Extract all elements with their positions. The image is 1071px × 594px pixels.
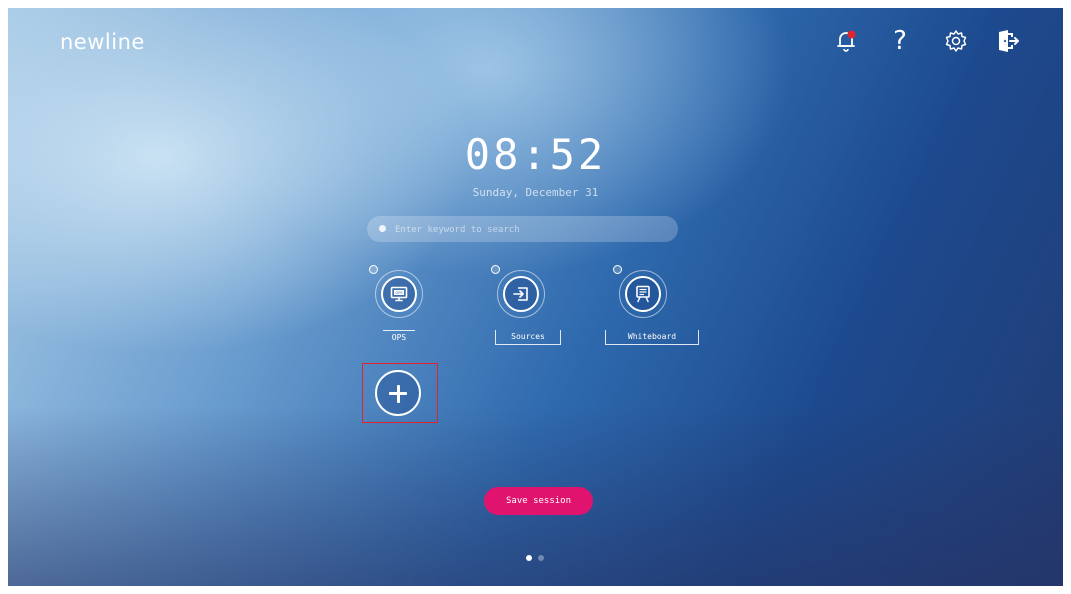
home-screen: newline ? 08:52 Sunday, December 31 Ente…	[8, 8, 1063, 586]
notification-bell-icon[interactable]	[832, 27, 860, 55]
whiteboard-icon	[625, 276, 661, 312]
app-label-ops: OPS	[383, 330, 415, 345]
help-icon[interactable]: ?	[886, 27, 914, 55]
save-session-button[interactable]: Save session	[484, 487, 593, 515]
app-whiteboard[interactable]	[613, 265, 667, 318]
pin-icon[interactable]	[369, 265, 378, 274]
settings-gear-icon[interactable]	[942, 27, 970, 55]
add-app-highlight	[362, 363, 438, 423]
search-input[interactable]	[393, 219, 667, 241]
monitor-icon: OPS	[381, 276, 417, 312]
search-bar[interactable]	[367, 216, 678, 242]
app-label-sources: Sources	[495, 330, 561, 345]
add-app-button[interactable]	[375, 370, 421, 416]
app-sources[interactable]	[491, 265, 545, 318]
page-dot[interactable]	[538, 555, 544, 561]
page-dot-active[interactable]	[526, 555, 532, 561]
app-label-whiteboard: Whiteboard	[605, 330, 699, 345]
search-icon	[379, 225, 386, 232]
input-source-icon	[503, 276, 539, 312]
clock-date: Sunday, December 31	[472, 186, 599, 199]
newline-logo: newline	[60, 30, 145, 54]
app-ops[interactable]: OPS	[369, 265, 423, 318]
exit-icon[interactable]	[994, 27, 1022, 55]
pin-icon[interactable]	[491, 265, 500, 274]
monitor-screen-text: OPS	[395, 291, 403, 295]
pin-icon[interactable]	[613, 265, 622, 274]
clock-time: 08:52	[464, 130, 607, 179]
